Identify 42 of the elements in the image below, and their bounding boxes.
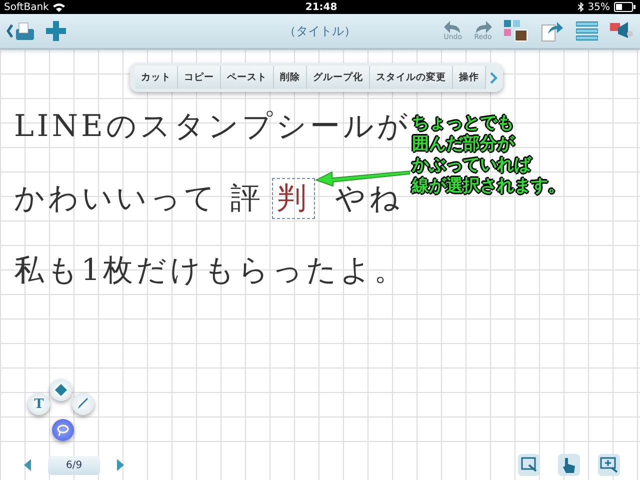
lasso-icon <box>57 424 69 436</box>
text-tool-button[interactable]: T <box>28 393 50 415</box>
back-button[interactable] <box>6 20 36 42</box>
chevron-right-icon[interactable] <box>490 72 498 84</box>
battery-icon <box>614 2 636 12</box>
annotation-text: かぶっていれば <box>412 155 533 176</box>
wifi-icon <box>52 2 65 12</box>
selected-handwriting[interactable]: 判 <box>272 178 315 219</box>
menu-item[interactable]: 操作 <box>453 66 486 89</box>
menu-item[interactable]: カット <box>135 66 178 89</box>
share-button[interactable] <box>540 20 564 42</box>
handwritten-text: LINEのスタンプシールが <box>14 109 411 144</box>
lasso-tool-button[interactable] <box>52 419 74 441</box>
handwritten-text: かわいいって 評 <box>14 181 264 216</box>
annotation-text: 囲んだ部分が <box>412 134 516 155</box>
menu-item[interactable]: ペースト <box>221 66 274 89</box>
pen-tool-button[interactable] <box>72 393 94 415</box>
menu-button[interactable] <box>576 21 598 41</box>
menu-item[interactable]: 削除 <box>274 66 307 89</box>
annotation-text: 線が選択されます。 <box>412 176 565 197</box>
battery-percent: 35% <box>588 2 610 12</box>
carrier-name: SoftBank <box>4 2 49 12</box>
menu-item[interactable]: スタイルの変更 <box>370 66 453 89</box>
select-area-button[interactable] <box>518 454 540 476</box>
diamond-icon <box>55 384 67 396</box>
menu-item[interactable]: コピー <box>178 66 221 89</box>
previous-page-icon[interactable] <box>24 459 32 471</box>
document-title[interactable]: （タイトル） <box>284 22 356 40</box>
clock-time: 21:48 <box>305 2 338 12</box>
page-indicator[interactable]: 6/9 <box>48 456 100 474</box>
add-button[interactable] <box>46 21 66 41</box>
zoom-in-button[interactable] <box>598 454 620 476</box>
handwritten-text: やね <box>334 181 404 216</box>
shape-tool-button[interactable] <box>50 379 72 401</box>
annotation-text: ちょっとでも <box>412 113 515 134</box>
pen-icon <box>77 398 89 410</box>
gallery-button[interactable] <box>504 20 528 42</box>
menu-item[interactable]: グループ化 <box>307 66 370 89</box>
bluetooth-icon <box>578 2 584 12</box>
handwritten-text: 私も1枚だけもらったよ。 <box>14 253 408 288</box>
hand-pointer-button[interactable] <box>558 454 580 476</box>
next-page-icon[interactable] <box>116 459 124 471</box>
